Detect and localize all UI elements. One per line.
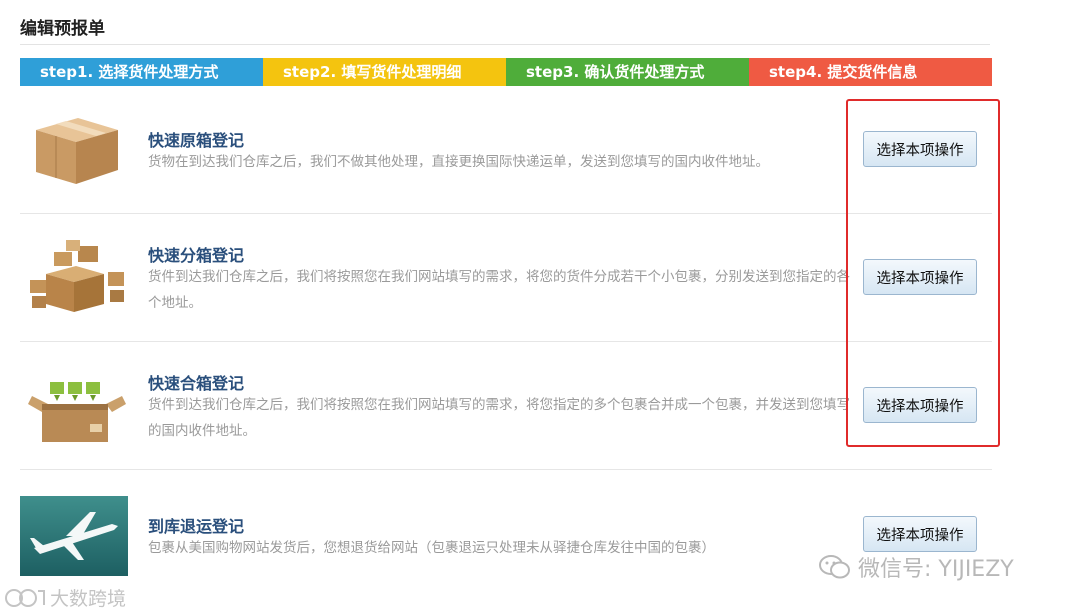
step-1-label: step1. 选择货件处理方式: [40, 63, 219, 81]
airplane-icon: [20, 496, 128, 576]
wechat-id: 微信号: YIJIEZY: [858, 557, 1014, 582]
option-description: 货件到达我们仓库之后，我们将按照您在我们网站填写的需求，将您的货件分成若干个小包…: [148, 269, 850, 311]
option-description: 包裹从美国购物网站发货后，您想退货给网站（包裹退运只处理未从驿捷仓库发往中国的包…: [148, 540, 715, 556]
step-4: step4. 提交货件信息: [749, 58, 992, 86]
red-highlight-box: [846, 99, 1000, 447]
option-title: 快速分箱登记: [148, 246, 245, 265]
logo-icon: [5, 588, 45, 607]
step-progress-bar: step1. 选择货件处理方式 step2. 填写货件处理明细 step3. 确…: [20, 58, 992, 86]
wechat-icon: [819, 555, 850, 579]
wechat-watermark: 微信号: YIJIEZY: [818, 551, 1014, 583]
step-2: step2. 填写货件处理明细: [263, 58, 506, 86]
option-title: 快速合箱登记: [148, 374, 245, 393]
option-title: 快速原箱登记: [148, 131, 245, 150]
step-2-label: step2. 填写货件处理明细: [283, 63, 462, 81]
merge-boxes-icon: [28, 382, 126, 442]
option-description: 货件到达我们仓库之后，我们将按照您在我们网站填写的需求，将您指定的多个包裹合并成…: [148, 397, 850, 439]
step-3-label: step3. 确认货件处理方式: [526, 63, 705, 81]
step-1: step1. 选择货件处理方式: [20, 58, 263, 86]
split-boxes-icon: [30, 240, 124, 312]
cardboard-box-icon: [36, 118, 118, 184]
option-description: 货物在到达我们仓库之后，我们不做其他处理，直接更换国际快递运单，发送到您填写的国…: [148, 154, 769, 170]
step-4-label: step4. 提交货件信息: [769, 63, 918, 81]
watermark-text: 大数跨境: [50, 588, 127, 610]
step-3: step3. 确认货件处理方式: [506, 58, 749, 86]
page-title: 编辑预报单: [20, 19, 105, 39]
option-title: 到库退运登记: [148, 517, 245, 536]
title-divider: [20, 44, 990, 45]
bottom-watermark: 大数跨境: [4, 584, 126, 611]
select-option-button[interactable]: 选择本项操作: [863, 516, 977, 552]
